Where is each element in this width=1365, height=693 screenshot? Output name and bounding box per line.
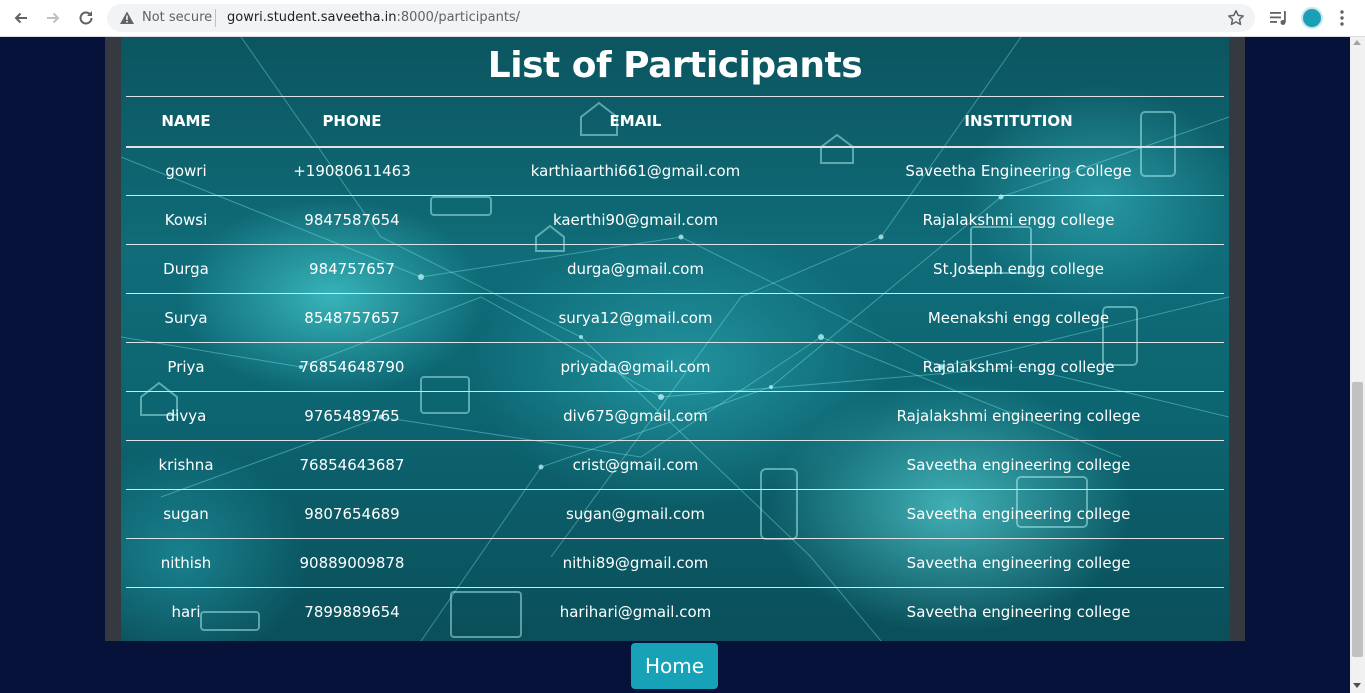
cell-name: Surya bbox=[126, 293, 246, 343]
cell-email: crist@gmail.com bbox=[458, 440, 813, 490]
cell-institution: St.Joseph engg college bbox=[813, 244, 1224, 294]
cell-phone: 76854643687 bbox=[246, 440, 458, 490]
warning-icon[interactable] bbox=[119, 10, 135, 26]
cell-name: hari bbox=[126, 587, 246, 637]
cell-institution: Saveetha engineering college bbox=[813, 538, 1224, 588]
cell-institution: Saveetha engineering college bbox=[813, 489, 1224, 539]
scrollbar-thumb[interactable] bbox=[1352, 382, 1363, 657]
omnibox-divider bbox=[215, 9, 216, 27]
participants-table: NAME PHONE EMAIL INSTITUTION gowri +1908… bbox=[126, 96, 1224, 637]
home-button[interactable]: Home bbox=[631, 643, 718, 689]
cell-email: durga@gmail.com bbox=[458, 244, 813, 294]
url-path: :8000/participants/ bbox=[396, 10, 521, 25]
cell-name: krishna bbox=[126, 440, 246, 490]
cell-phone: 7899889654 bbox=[246, 587, 458, 637]
table-row: krishna 76854643687 crist@gmail.com Save… bbox=[126, 440, 1224, 490]
cell-name: Durga bbox=[126, 244, 246, 294]
cell-institution: Rajalakshmi engg college bbox=[813, 195, 1224, 245]
scroll-down-arrow-icon[interactable] bbox=[1353, 683, 1361, 688]
cell-email: harihari@gmail.com bbox=[458, 587, 813, 637]
scroll-up-arrow-icon[interactable] bbox=[1353, 40, 1361, 45]
cell-email: kaerthi90@gmail.com bbox=[458, 195, 813, 245]
cell-institution: Rajalakshmi engg college bbox=[813, 342, 1224, 392]
cell-institution: Saveetha Engineering College bbox=[813, 146, 1224, 196]
cell-name: Kowsi bbox=[126, 195, 246, 245]
cell-phone: 76854648790 bbox=[246, 342, 458, 392]
star-icon[interactable] bbox=[1227, 9, 1245, 27]
cell-phone: 984757657 bbox=[246, 244, 458, 294]
table-row: hari 7899889654 harihari@gmail.com Savee… bbox=[126, 587, 1224, 637]
cell-email: div675@gmail.com bbox=[458, 391, 813, 441]
cell-institution: Saveetha engineering college bbox=[813, 587, 1224, 637]
table-row: nithish 90889009878 nithi89@gmail.com Sa… bbox=[126, 538, 1224, 588]
header-institution: INSTITUTION bbox=[813, 96, 1224, 148]
reload-button[interactable] bbox=[74, 6, 98, 30]
cell-name: sugan bbox=[126, 489, 246, 539]
cell-phone: 9765489765 bbox=[246, 391, 458, 441]
profile-icon[interactable] bbox=[1301, 7, 1323, 29]
url-text[interactable]: gowri.student.saveetha.in:8000/participa… bbox=[227, 10, 520, 25]
back-arrow-icon bbox=[14, 12, 27, 24]
url-host: gowri.student.saveetha.in bbox=[227, 10, 397, 25]
cell-name: Priya bbox=[126, 342, 246, 392]
header-email: EMAIL bbox=[458, 96, 813, 148]
cell-name: gowri bbox=[126, 146, 246, 196]
cell-email: sugan@gmail.com bbox=[458, 489, 813, 539]
cell-phone: +19080611463 bbox=[246, 146, 458, 196]
cell-phone: 9847587654 bbox=[246, 195, 458, 245]
table-row: Kowsi 9847587654 kaerthi90@gmail.com Raj… bbox=[126, 195, 1224, 245]
forward-button[interactable] bbox=[41, 6, 65, 30]
cell-institution: Rajalakshmi engineering college bbox=[813, 391, 1224, 441]
security-status[interactable]: Not secure bbox=[142, 10, 212, 25]
header-phone: PHONE bbox=[246, 96, 458, 148]
cell-phone: 8548757657 bbox=[246, 293, 458, 343]
cell-institution: Saveetha engineering college bbox=[813, 440, 1224, 490]
address-bar[interactable]: Not secure gowri.student.saveetha.in:800… bbox=[107, 4, 1255, 32]
table-row: gowri +19080611463 karthiaarthi661@gmail… bbox=[126, 146, 1224, 196]
back-button[interactable] bbox=[9, 6, 33, 30]
page-scrollbar[interactable] bbox=[1350, 37, 1365, 693]
cell-phone: 90889009878 bbox=[246, 538, 458, 588]
media-control-icon[interactable] bbox=[1269, 9, 1289, 27]
reload-icon bbox=[79, 11, 93, 25]
cell-email: priyada@gmail.com bbox=[458, 342, 813, 392]
cell-email: surya12@gmail.com bbox=[458, 293, 813, 343]
page-title: List of Participants bbox=[487, 45, 863, 86]
cell-phone: 9807654689 bbox=[246, 489, 458, 539]
table-row: Priya 76854648790 priyada@gmail.com Raja… bbox=[126, 342, 1224, 392]
cell-institution: Meenakshi engg college bbox=[813, 293, 1224, 343]
header-name: NAME bbox=[126, 96, 246, 148]
cell-email: karthiaarthi661@gmail.com bbox=[458, 146, 813, 196]
browser-toolbar: Not secure gowri.student.saveetha.in:800… bbox=[0, 0, 1365, 37]
table-row: Surya 8548757657 surya12@gmail.com Meena… bbox=[126, 293, 1224, 343]
menu-icon[interactable] bbox=[1338, 9, 1346, 27]
table-row: sugan 9807654689 sugan@gmail.com Saveeth… bbox=[126, 489, 1224, 539]
forward-arrow-icon bbox=[47, 12, 60, 24]
table-row: Durga 984757657 durga@gmail.com St.Josep… bbox=[126, 244, 1224, 294]
table-row: divya 9765489765 div675@gmail.com Rajala… bbox=[126, 391, 1224, 441]
table-header-row: NAME PHONE EMAIL INSTITUTION bbox=[126, 96, 1224, 148]
cell-name: nithish bbox=[126, 538, 246, 588]
cell-name: divya bbox=[126, 391, 246, 441]
cell-email: nithi89@gmail.com bbox=[458, 538, 813, 588]
